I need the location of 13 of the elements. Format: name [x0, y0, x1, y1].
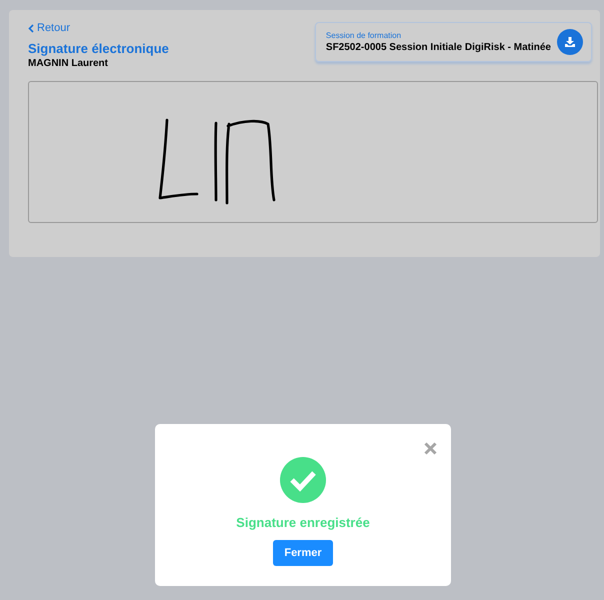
person-name: MAGNIN Laurent: [28, 58, 109, 69]
session-value: SF2502-0005 Session Initiale DigiRisk - Matinée: [326, 42, 551, 53]
close-icon[interactable]: [424, 442, 437, 455]
session-caption: Session de formation: [326, 31, 402, 40]
chevron-left-icon: [28, 24, 34, 32]
download-button[interactable]: [557, 29, 583, 55]
close-button[interactable]: Fermer: [273, 540, 333, 566]
page-title: Signature électronique: [28, 41, 169, 56]
success-message: Signature enregistrée: [236, 515, 370, 530]
download-icon: [564, 36, 576, 48]
back-link[interactable]: Retour: [28, 22, 169, 34]
check-circle-icon: [280, 457, 326, 503]
signature-pad[interactable]: [28, 81, 598, 223]
